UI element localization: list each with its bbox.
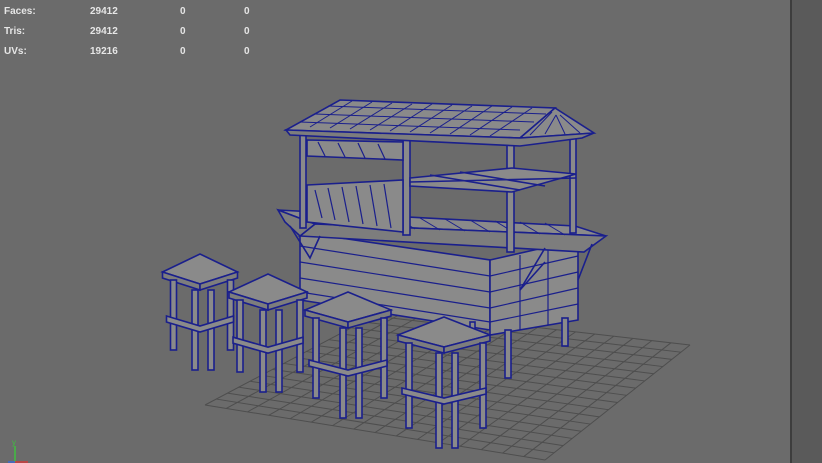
- scene-canvas[interactable]: [0, 0, 790, 463]
- 3d-viewport[interactable]: Faces: 29412 0 0 Tris: 29412 0 0 UVs: 19…: [0, 0, 790, 463]
- bar-stool-mesh[interactable]: [160, 253, 240, 371]
- axis-gizmo: y: [8, 438, 34, 463]
- bar-stool-mesh[interactable]: [226, 273, 310, 393]
- right-side-panel[interactable]: [790, 0, 822, 463]
- axis-y-label: y: [12, 438, 16, 447]
